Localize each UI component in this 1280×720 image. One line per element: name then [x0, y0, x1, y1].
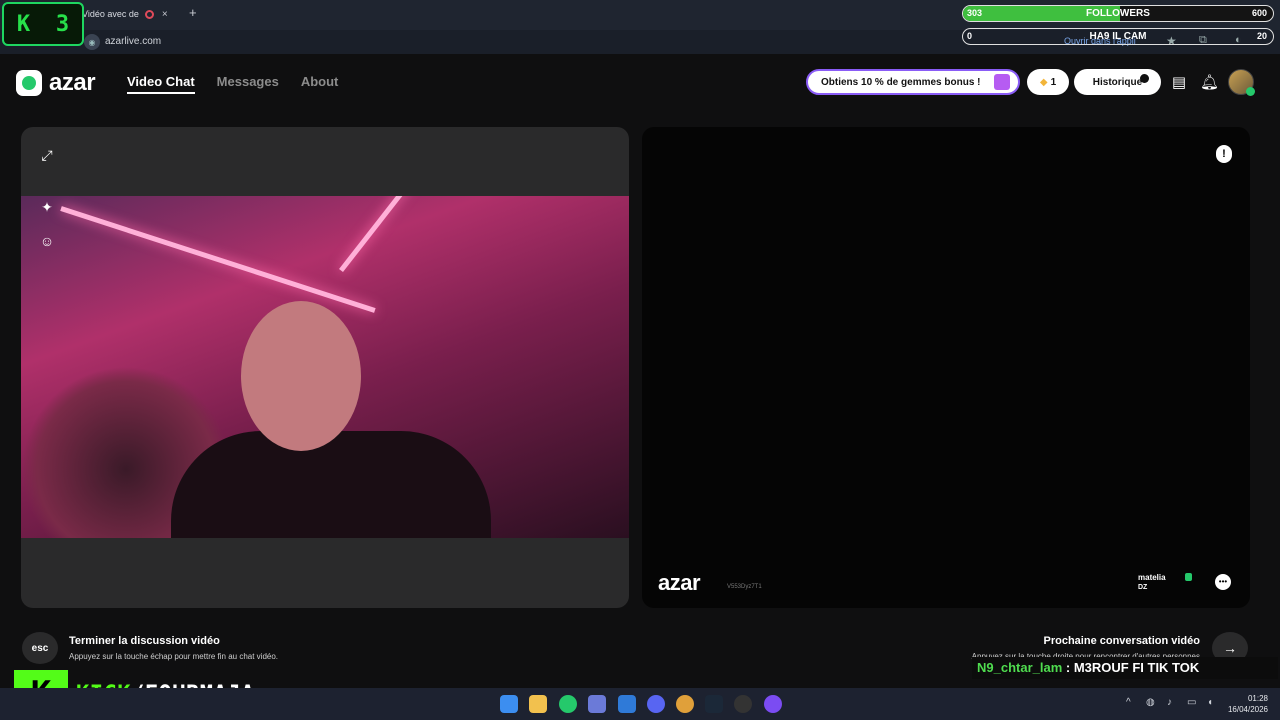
- network-icon[interactable]: ◍: [1146, 697, 1155, 708]
- user-avatar[interactable]: [1228, 69, 1255, 96]
- partner-name[interactable]: matelia: [1138, 573, 1166, 582]
- next-chat-title: Prochaine conversation vidéo: [1043, 635, 1201, 647]
- chat-bubble-icon[interactable]: •••: [1215, 574, 1231, 590]
- clock-date: 16/04/2026: [1227, 705, 1268, 714]
- followers-label: FOLLOWERS: [1086, 8, 1150, 19]
- end-chat-title: Terminer la discussion vidéo: [69, 635, 220, 647]
- azar-logo-text: azar: [49, 69, 96, 96]
- azar-watermark: azar: [658, 570, 701, 595]
- gem-bonus-promo-button[interactable]: Obtiens 10 % de gemmes bonus !: [806, 69, 1020, 95]
- chat-separator: :: [1062, 660, 1074, 675]
- online-status-dot: [1246, 87, 1255, 96]
- nav-about[interactable]: About: [301, 74, 339, 94]
- display-icon[interactable]: ▭: [1187, 697, 1196, 708]
- history-button[interactable]: Historique: [1074, 69, 1161, 95]
- end-chat-description: Appuyez sur la touche échap pour mettre …: [69, 652, 279, 661]
- obs-app-icon[interactable]: [734, 695, 752, 713]
- expand-icon[interactable]: ⤢: [37, 147, 57, 167]
- start-menu-icon[interactable]: [500, 695, 518, 713]
- chrome-app-icon[interactable]: [676, 695, 694, 713]
- magic-wand-icon[interactable]: ✦: [37, 199, 57, 219]
- cam-goal-bar: 0 HA9 IL CAM 20: [962, 28, 1274, 45]
- store-app-icon[interactable]: [588, 695, 606, 713]
- tab-close-button[interactable]: ×: [162, 9, 168, 20]
- windows-taskbar: ^ ◍ ♪ ▭ ◖ 01:28 16/04/2026: [0, 688, 1280, 720]
- discord-app-icon[interactable]: [647, 695, 665, 713]
- notification-bell-icon[interactable]: 🔔︎: [1200, 73, 1219, 91]
- site-info-icon[interactable]: ◉: [84, 34, 100, 50]
- azar-header: azar Video Chat Messages About Obtiens 1…: [0, 58, 1280, 106]
- end-chat-button[interactable]: esc: [22, 632, 58, 664]
- cam-goal-label: HA9 IL CAM: [1089, 31, 1147, 42]
- gems-count: 1: [1050, 76, 1057, 88]
- azar-logo-icon: [16, 70, 42, 96]
- watermark-id: V553Dyz7T1: [727, 584, 762, 590]
- chat-message-text: M3ROUF FI TIK TOK: [1073, 660, 1200, 675]
- file-explorer-icon[interactable]: [529, 695, 547, 713]
- store-icon[interactable]: ▤: [1170, 73, 1188, 91]
- chat-username: N9_chtar_lam: [977, 660, 1063, 675]
- report-icon[interactable]: !: [1216, 145, 1232, 163]
- mail-app-icon[interactable]: [618, 695, 636, 713]
- azar-app-icon[interactable]: [559, 695, 577, 713]
- partner-video-panel: ! azar V553Dyz7T1 matelia DZ •••: [642, 127, 1250, 608]
- microphone-icon[interactable]: ♪: [1167, 697, 1172, 708]
- stream-chat-message: N9_chtar_lam : M3ROUF FI TIK TOK: [972, 657, 1278, 679]
- followers-goal-bar: 303 FOLLOWERS 600: [962, 5, 1274, 22]
- self-webcam-feed: [21, 196, 629, 538]
- system-clock[interactable]: 01:28 16/04/2026: [1228, 693, 1268, 715]
- nav-video-chat[interactable]: Video Chat: [127, 74, 195, 94]
- nav-messages[interactable]: Messages: [217, 74, 279, 94]
- main-nav: Video Chat Messages About: [127, 74, 338, 94]
- kick-viewer-badge: K 3: [2, 2, 84, 46]
- steam-app-icon[interactable]: [705, 695, 723, 713]
- kick-badge-letter: K: [16, 11, 31, 37]
- streamer-figure: [171, 291, 491, 538]
- self-video-panel: ⤢ ✦ ☺: [21, 127, 629, 608]
- new-tab-button[interactable]: +: [189, 5, 197, 20]
- tray-overflow-icon[interactable]: ^: [1126, 697, 1131, 708]
- kick-badge-count: 3: [55, 11, 70, 37]
- browser-tab[interactable]: Vidéo avec de ×: [82, 4, 182, 24]
- sticker-icon[interactable]: ☺: [37, 233, 57, 253]
- verified-badge-icon: [1185, 573, 1192, 581]
- cam-goal-target: 20: [1256, 31, 1267, 41]
- azar-logo[interactable]: azar: [16, 69, 96, 97]
- history-label: Historique: [1092, 76, 1143, 88]
- recording-icon: [144, 9, 154, 19]
- volume-icon[interactable]: ◖: [1207, 697, 1213, 708]
- promo-label: Obtiens 10 % de gemmes bonus !: [821, 76, 981, 88]
- clock-time: 01:28: [1247, 694, 1268, 703]
- url-text[interactable]: azarlive.com: [105, 36, 161, 47]
- clock-icon: [1140, 74, 1149, 83]
- assistant-app-icon[interactable]: [764, 695, 782, 713]
- gem-icon: ◆: [1039, 76, 1048, 88]
- gift-icon: [994, 74, 1010, 90]
- neon-light-strip: [339, 196, 424, 273]
- gems-balance-button[interactable]: ◆ 1: [1027, 69, 1069, 95]
- followers-goal: 600: [1251, 8, 1267, 18]
- tab-title: Vidéo avec de: [82, 9, 139, 19]
- partner-country: DZ: [1138, 584, 1148, 591]
